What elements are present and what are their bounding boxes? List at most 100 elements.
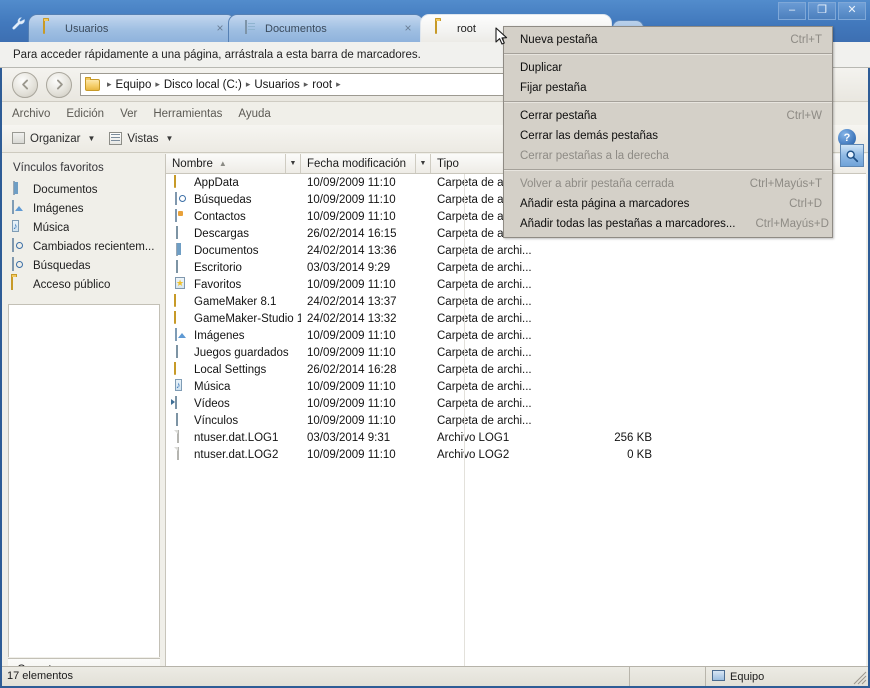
file-name: Documentos [194, 244, 259, 257]
picture-icon [174, 327, 190, 344]
sidebar-item-busquedas[interactable]: Búsquedas [2, 256, 165, 275]
back-arrow-icon[interactable] [12, 71, 38, 98]
chevron-down-icon[interactable]: ▼ [285, 154, 300, 173]
views-button[interactable]: Vistas ▼ [109, 131, 174, 146]
table-row[interactable]: GameMaker-Studio 1.2 24/02/2014 13:32 Ca… [166, 310, 866, 327]
status-middle [630, 667, 706, 686]
file-size: 256 KB [614, 431, 652, 444]
tab-close-icon[interactable]: × [401, 21, 415, 36]
menu-item-fijar-pestana[interactable]: Fijar pestaña [504, 78, 832, 98]
sidebar-item-musica[interactable]: ♪ Música [2, 218, 165, 237]
file-date: 10/09/2009 11:10 [307, 278, 396, 291]
close-button[interactable]: ✕ [838, 2, 866, 20]
table-row[interactable]: ★ Favoritos 10/09/2009 11:10 Carpeta de a… [166, 276, 866, 293]
breadcrumb-usuarios[interactable]: Usuarios [254, 79, 299, 91]
table-row[interactable]: GameMaker 8.1 24/02/2014 13:37 Carpeta d… [166, 293, 866, 310]
breadcrumb-separator[interactable]: ▸ [155, 79, 160, 90]
maximize-button[interactable]: ❐ [808, 2, 836, 20]
table-row[interactable]: Documentos 24/02/2014 13:36 Carpeta de a… [166, 242, 866, 259]
menu-item-anadir-todas-las-pestanas-a-marcadores[interactable]: Añadir todas las pestañas a marcadores..… [504, 214, 832, 234]
resize-grip[interactable] [853, 671, 867, 685]
forward-arrow-icon[interactable] [46, 71, 72, 98]
window-controls: – ❐ ✕ [776, 2, 866, 20]
chevron-down-icon[interactable]: ▼ [415, 154, 430, 173]
sidebar-item-cambiados-recientemente[interactable]: Cambiados recientem... [2, 237, 165, 256]
sidebar-item-documentos[interactable]: Documentos [2, 180, 165, 199]
table-row[interactable]: Escritorio 03/03/2014 9:29 Carpeta de ar… [166, 259, 866, 276]
document-icon [174, 242, 190, 259]
sidebar-item-acceso-publico[interactable]: Acceso público [2, 275, 165, 294]
sidebar-item-imagenes[interactable]: Imágenes [2, 199, 165, 218]
file-name: Vínculos [194, 414, 239, 427]
column-label: Tipo [437, 157, 459, 170]
tab-documentos[interactable]: Documentos × [228, 14, 424, 42]
file-date: 03/03/2014 9:29 [307, 261, 391, 274]
column-label: Nombre [172, 157, 213, 170]
sort-ascending-icon: ▲ [218, 159, 227, 168]
status-bar: 17 elementos Equipo [2, 666, 868, 686]
file-name-cell: Vínculos [166, 412, 301, 429]
status-computer: Equipo [706, 667, 868, 686]
menu-item-anadir-esta-pagina-a-marcadores[interactable]: Añadir esta página a marcadores Ctrl+D [504, 194, 832, 214]
column-header-fecha[interactable]: Fecha modificación ▼ [301, 154, 431, 173]
search-icon[interactable] [840, 144, 864, 167]
tab-usuarios[interactable]: Usuarios × [28, 14, 236, 42]
menu-edicion[interactable]: Edición [66, 108, 104, 120]
breadcrumb-root[interactable]: root [312, 79, 332, 91]
breadcrumb-separator[interactable]: ▸ [336, 79, 341, 90]
file-size: 0 KB [627, 448, 652, 461]
menu-item-cerrar-pestanas-a-la-derecha: Cerrar pestañas a la derecha [504, 146, 832, 166]
file-name-cell: Imágenes [166, 327, 301, 344]
file-name-cell: ♪ Música [166, 378, 301, 395]
file-name-cell: Documentos [166, 242, 301, 259]
breadcrumb-equipo[interactable]: Equipo [116, 79, 152, 91]
file-type: Carpeta de archi... [437, 380, 532, 393]
menu-item-label: Nueva pestaña [520, 34, 598, 46]
table-row[interactable]: Local Settings 26/02/2014 16:28 Carpeta … [166, 361, 866, 378]
wrench-icon[interactable] [6, 12, 30, 34]
menu-item-nueva-pestana[interactable]: Nueva pestaña Ctrl+T [504, 30, 832, 50]
organize-button[interactable]: Organizar ▼ [12, 132, 95, 145]
breadcrumb-separator[interactable]: ▸ [246, 79, 251, 90]
file-type: Carpeta de archi... [437, 397, 532, 410]
menu-herramientas[interactable]: Herramientas [153, 108, 222, 120]
table-row[interactable]: ntuser.dat.LOG1 03/03/2014 9:31 Archivo … [166, 429, 866, 446]
menu-ayuda[interactable]: Ayuda [238, 108, 270, 120]
table-row[interactable]: ntuser.dat.LOG2 10/09/2009 11:10 Archivo… [166, 446, 866, 463]
sidebar-item-label: Música [33, 221, 70, 234]
menu-item-cerrar-pestana[interactable]: Cerrar pestaña Ctrl+W [504, 106, 832, 126]
menu-item-label: Cerrar pestañas a la derecha [520, 150, 669, 162]
menu-item-duplicar[interactable]: Duplicar [504, 58, 832, 78]
table-row[interactable]: Vínculos 10/09/2009 11:10 Carpeta de arc… [166, 412, 866, 429]
menu-item-label: Duplicar [520, 62, 563, 74]
menu-item-cerrar-las-demas-pestanas[interactable]: Cerrar las demás pestañas [504, 126, 832, 146]
tab-close-icon[interactable]: × [213, 21, 227, 36]
menu-item-shortcut: Ctrl+W [786, 110, 822, 122]
file-name-cell: Juegos guardados [166, 344, 301, 361]
file-type: Carpeta de archi... [437, 244, 532, 257]
minimize-button[interactable]: – [778, 2, 806, 20]
file-type: Carpeta de archi... [437, 346, 532, 359]
file-name: Local Settings [194, 363, 267, 376]
breadcrumb-disco-local[interactable]: Disco local (C:) [164, 79, 242, 91]
folder-icon [435, 19, 451, 37]
file-name: GameMaker-Studio 1.2 [194, 312, 301, 325]
table-row[interactable]: Vídeos 10/09/2009 11:10 Carpeta de archi… [166, 395, 866, 412]
menu-archivo[interactable]: Archivo [12, 108, 50, 120]
table-row[interactable]: Imágenes 10/09/2009 11:10 Carpeta de arc… [166, 327, 866, 344]
file-name-cell: AppData [166, 174, 301, 191]
file-name: Contactos [194, 210, 246, 223]
column-header-nombre[interactable]: Nombre ▲ ▼ [166, 154, 301, 173]
tab-context-menu: Nueva pestaña Ctrl+T Duplicar Fijar pest… [503, 26, 833, 238]
chevron-down-icon: ▼ [165, 134, 174, 143]
file-type: Carpeta de archi... [437, 363, 532, 376]
folder-icon [174, 293, 190, 310]
breadcrumb-separator[interactable]: ▸ [304, 79, 309, 90]
table-row[interactable]: Juegos guardados 10/09/2009 11:10 Carpet… [166, 344, 866, 361]
star-icon: ★ [175, 276, 186, 289]
file-name: ntuser.dat.LOG2 [194, 448, 279, 461]
breadcrumb-separator[interactable]: ▸ [107, 79, 112, 90]
file-date: 10/09/2009 11:10 [307, 414, 396, 427]
table-row[interactable]: ♪ Música 10/09/2009 11:10 Carpeta de arch… [166, 378, 866, 395]
menu-ver[interactable]: Ver [120, 108, 137, 120]
